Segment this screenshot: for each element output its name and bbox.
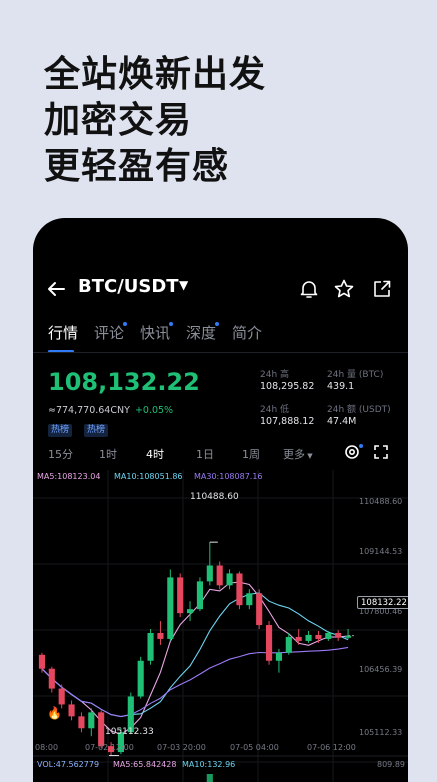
tab-news-dot xyxy=(169,322,173,326)
promo-headline: 全站焕新出发 加密交易 更轻盈有感 xyxy=(44,52,266,190)
hot-tag[interactable]: 热榜 xyxy=(48,424,73,437)
tab-news[interactable]: 快讯 xyxy=(140,322,170,343)
price-change: +0.05% xyxy=(134,405,174,416)
cny-price-line: ≈774,770.64CNY +0.05% xyxy=(48,405,173,416)
timeframe-more[interactable]: 更多 ▼ xyxy=(283,446,313,462)
candle-body xyxy=(285,636,292,653)
fullscreen-icon[interactable] xyxy=(373,444,389,460)
candlestick-chart[interactable] xyxy=(33,470,408,782)
x-tick: 07-03 20:00 xyxy=(157,743,206,752)
candle-body xyxy=(157,632,164,639)
stat-high-label: 24h 高 xyxy=(260,370,290,380)
star-icon[interactable] xyxy=(333,278,355,300)
candle-body xyxy=(137,660,144,697)
candle-body xyxy=(196,581,203,610)
last-price: 108,132.22 xyxy=(48,368,200,396)
x-tick: 07-02 12:00 xyxy=(85,743,134,752)
timeframe-4h[interactable]: 4时 xyxy=(146,446,164,462)
candle-body xyxy=(256,593,263,626)
volume-bar xyxy=(206,774,213,782)
ma10-line xyxy=(41,592,349,718)
low-price-label: 105112.33 xyxy=(105,727,154,737)
candle-body xyxy=(98,712,105,747)
cny-price: ≈774,770.64CNY xyxy=(48,405,130,416)
stat-volume-value: 439.1 xyxy=(327,381,355,392)
top-bar: BTC/USDT ▼ xyxy=(33,274,408,306)
ma10-label: MA10:108051.86 xyxy=(114,472,183,481)
stat-high-value: 108,295.82 xyxy=(260,381,315,392)
candle-body xyxy=(206,565,213,582)
tab-bar: 行情 评论 快讯 深度 简介 xyxy=(33,322,408,353)
vol-ma5-label: MA5:65.842428 xyxy=(113,760,177,769)
tab-comments[interactable]: 评论 xyxy=(94,322,124,343)
headline-line-2: 加密交易 xyxy=(44,100,193,141)
stat-turnover-label: 24h 额 (USDT) xyxy=(327,405,391,415)
tab-market[interactable]: 行情 xyxy=(48,322,78,343)
candle-body xyxy=(305,634,312,641)
headline-line-1: 全站焕新出发 xyxy=(44,54,267,95)
timeframe-1h[interactable]: 1时 xyxy=(99,446,117,462)
candle-body xyxy=(246,593,253,606)
x-tick: 07-05 04:00 xyxy=(230,743,279,752)
timeframe-1w[interactable]: 1周 xyxy=(242,446,260,462)
candle-body xyxy=(236,573,243,606)
settings-dot xyxy=(359,444,363,448)
tab-divider xyxy=(33,352,408,353)
candle-body xyxy=(187,609,194,614)
candle-body xyxy=(88,712,95,729)
tab-comments-dot xyxy=(123,322,127,326)
stat-turnover-value: 47.4M xyxy=(327,416,357,427)
x-tick: 07-06 12:00 xyxy=(307,743,356,752)
ma5-label: MA5:108123.04 xyxy=(37,472,101,481)
candle-body xyxy=(177,577,184,614)
vol-label: VOL:47.562779 xyxy=(37,760,100,769)
ma30-label: MA30:108087.16 xyxy=(194,472,263,481)
watermark-logo-icon: 🔥 xyxy=(47,706,62,720)
hot-tag[interactable]: 热榜 xyxy=(84,424,109,437)
volume-y-tick: 809.89 xyxy=(377,760,405,769)
back-arrow-icon[interactable] xyxy=(45,278,67,300)
timeframe-1d[interactable]: 1日 xyxy=(196,446,214,462)
candle-body xyxy=(38,654,45,669)
timeframe-more-label: 更多 xyxy=(283,448,305,461)
candle-body xyxy=(167,577,174,639)
stat-low-value: 107,888.12 xyxy=(260,416,315,427)
headline-line-3: 更轻盈有感 xyxy=(44,146,230,187)
candle-body xyxy=(147,632,154,661)
settings-icon[interactable] xyxy=(344,444,360,460)
candle-body xyxy=(216,565,223,586)
stat-low-label: 24h 低 xyxy=(260,405,290,415)
candle-body xyxy=(68,704,75,717)
y-tick: 110488.60 xyxy=(359,497,403,506)
trading-pair-title[interactable]: BTC/USDT xyxy=(78,276,179,297)
current-price-marker: 108132.22 xyxy=(357,596,408,609)
pair-dropdown-icon[interactable]: ▼ xyxy=(179,278,188,292)
phone-screen: BTC/USDT ▼ 行情 评论 快讯 深度 简介 108,132.22 ≈77… xyxy=(33,218,408,782)
candle-body xyxy=(226,573,233,586)
candle-body xyxy=(48,668,55,689)
candle-body xyxy=(325,632,332,639)
candle-body xyxy=(266,625,273,661)
y-tick: 109144.53 xyxy=(359,547,403,556)
share-icon[interactable] xyxy=(371,278,393,300)
bell-icon[interactable] xyxy=(298,278,320,300)
candle-body xyxy=(275,652,282,661)
x-tick: 08:00 xyxy=(35,743,59,752)
candle-body xyxy=(315,634,322,639)
tab-intro[interactable]: 简介 xyxy=(232,322,262,343)
stat-volume-label: 24h 量 (BTC) xyxy=(327,370,384,380)
vol-ma10-label: MA10:132.96 xyxy=(182,760,236,769)
y-tick: 105112.33 xyxy=(359,728,403,737)
high-price-label: 110488.60 xyxy=(190,492,239,502)
candle-body xyxy=(295,636,302,641)
tab-depth-dot xyxy=(215,322,219,326)
tab-depth[interactable]: 深度 xyxy=(186,322,216,343)
candle-body xyxy=(78,716,85,729)
timeframe-15m[interactable]: 15分 xyxy=(48,446,73,462)
candle-body xyxy=(58,688,65,705)
y-tick: 106456.39 xyxy=(359,665,403,674)
candle-body xyxy=(335,632,342,638)
chevron-down-icon: ▼ xyxy=(305,452,313,460)
